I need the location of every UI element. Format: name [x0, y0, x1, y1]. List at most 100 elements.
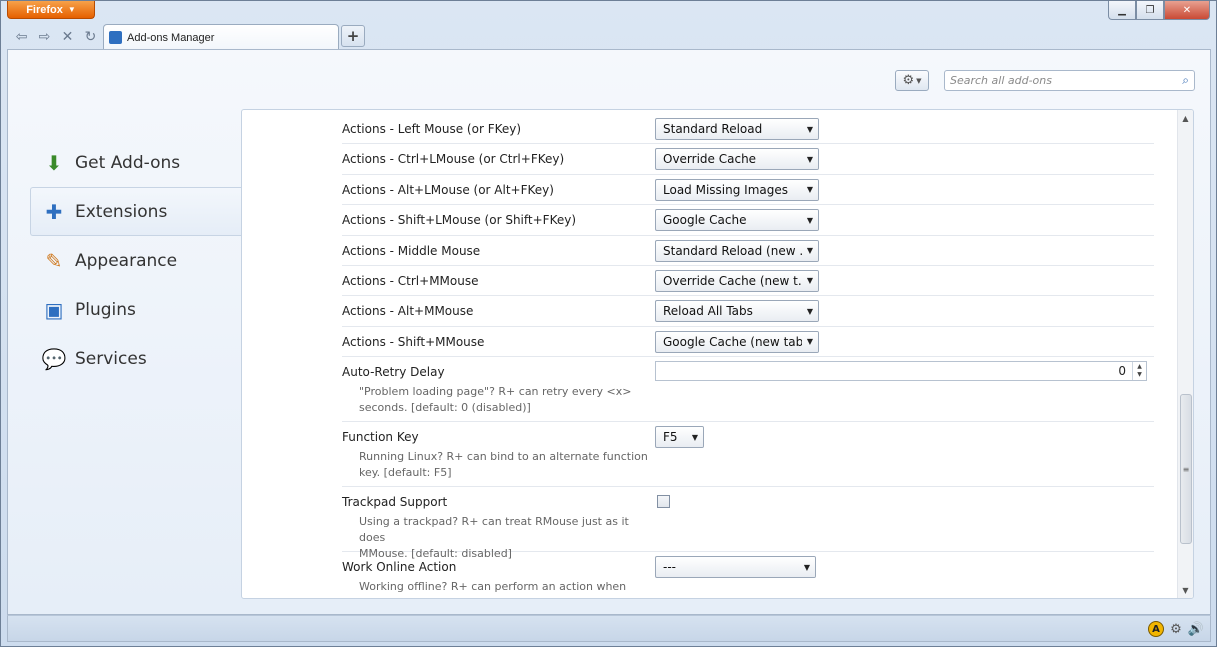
dropdown-arrow-icon: ▼: [802, 240, 818, 261]
setting-row: Actions - Ctrl+MMouse Override Cache (ne…: [342, 266, 1154, 297]
description-line: key. [default: F5]: [359, 466, 452, 480]
plus-icon: +: [346, 27, 360, 45]
category-get-addons[interactable]: ⬇ Get Add-ons: [30, 138, 242, 187]
category-label: Services: [75, 348, 147, 369]
setting-label: Actions - Ctrl+MMouse: [342, 273, 479, 288]
addons-manager-content: ⚙ ▼ ⌕ ⬇ Get Add-ons ✚ Extensions ✎ Appea…: [7, 49, 1211, 615]
action-select[interactable]: Override Cache (new t... ▼: [655, 269, 819, 292]
gear-icon: ⚙: [902, 73, 915, 88]
action-select[interactable]: Reload All Tabs ▼: [655, 300, 819, 323]
category-services[interactable]: 💬 Services: [30, 334, 242, 383]
work-online-select[interactable]: --- ▼: [655, 556, 816, 579]
dropdown-arrow-icon: ▼: [802, 301, 818, 322]
setting-row-work-online: Work Online Action --- ▼ Working offline…: [342, 552, 1154, 598]
select-value: ---: [663, 560, 676, 575]
action-select[interactable]: Override Cache ▼: [655, 148, 819, 171]
plugin-icon: ▣: [44, 297, 64, 322]
setting-label: Actions - Ctrl+LMouse (or Ctrl+FKey): [342, 152, 565, 167]
spinner-buttons[interactable]: ▲ ▼: [1132, 362, 1146, 381]
select-value: Standard Reload (new ...: [663, 243, 811, 258]
description-line: seconds. [default: 0 (disabled)]: [359, 401, 531, 415]
category-plugins[interactable]: ▣ Plugins: [30, 285, 242, 334]
tab-addons-manager[interactable]: Add-ons Manager: [103, 24, 339, 50]
category-appearance[interactable]: ✎ Appearance: [30, 236, 242, 285]
search-box: ⌕: [944, 70, 1195, 91]
setting-row: Actions - Shift+MMouse Google Cache (new…: [342, 327, 1154, 358]
select-value: Google Cache: [663, 213, 747, 228]
stop-button[interactable]: ✕: [59, 28, 76, 45]
select-value: Reload All Tabs: [663, 304, 753, 319]
search-icon[interactable]: ⌕: [1182, 73, 1189, 88]
action-select[interactable]: Load Missing Images ▼: [655, 178, 819, 201]
new-tab-button[interactable]: +: [341, 25, 365, 47]
action-select[interactable]: Standard Reload (new ... ▼: [655, 239, 819, 262]
firefox-menu-label: Firefox: [26, 3, 63, 16]
setting-label: Work Online Action: [342, 560, 457, 575]
setting-label: Auto-Retry Delay: [342, 365, 445, 380]
stop-icon: ✕: [61, 28, 74, 45]
trackpad-checkbox[interactable]: [657, 495, 670, 509]
puzzle-icon: [109, 31, 122, 44]
scroll-down-arrow-icon[interactable]: ▼: [1178, 582, 1193, 598]
action-select[interactable]: Standard Reload ▼: [655, 118, 819, 140]
forward-button[interactable]: ⇨: [36, 28, 53, 45]
setting-row: Actions - Shift+LMouse (or Shift+FKey) G…: [342, 205, 1154, 236]
setting-label: Actions - Left Mouse (or FKey): [342, 122, 522, 136]
setting-label: Actions - Middle Mouse: [342, 243, 481, 258]
scrollbar-thumb[interactable]: ≡: [1180, 394, 1192, 544]
close-window-button[interactable]: ✕: [1164, 1, 1210, 20]
addon-bar-icon[interactable]: A: [1148, 621, 1164, 637]
function-key-select[interactable]: F5 ▼: [655, 426, 704, 449]
category-label: Extensions: [75, 201, 168, 222]
dropdown-arrow-icon: ▼: [802, 119, 818, 139]
description-line: Working offline? R+ can perform an actio…: [359, 580, 627, 598]
navigation-buttons: ⇦ ⇨ ✕ ↻: [13, 28, 99, 45]
setting-label: Actions - Shift+MMouse: [342, 334, 485, 349]
spin-up-icon[interactable]: ▲: [1137, 363, 1142, 371]
dropdown-arrow-icon: ▼: [799, 557, 815, 578]
scroll-up-arrow-icon[interactable]: ▲: [1178, 110, 1193, 126]
speaker-icon[interactable]: 🔊: [1188, 621, 1204, 637]
back-button[interactable]: ⇦: [13, 28, 30, 45]
setting-label: Actions - Alt+LMouse (or Alt+FKey): [342, 182, 554, 197]
tools-menu-button[interactable]: ⚙ ▼: [895, 70, 929, 91]
setting-row: Actions - Alt+MMouse Reload All Tabs ▼: [342, 296, 1154, 327]
options-list: Actions - Left Mouse (or FKey) Standard …: [342, 114, 1154, 598]
close-icon: ✕: [1182, 4, 1192, 16]
select-value: Google Cache (new tab): [663, 334, 808, 349]
dropdown-arrow-icon: ▼: [802, 210, 818, 231]
reload-button[interactable]: ↻: [82, 28, 99, 45]
maximize-button[interactable]: ❐: [1136, 1, 1164, 20]
category-extensions[interactable]: ✚ Extensions: [30, 187, 242, 236]
description-line: "Problem loading page"? R+ can retry eve…: [359, 385, 632, 399]
minimize-button[interactable]: ▁: [1108, 1, 1136, 20]
dropdown-arrow-icon: ▼: [687, 427, 703, 448]
action-select[interactable]: Google Cache ▼: [655, 209, 819, 232]
dropdown-arrow-icon: ▼: [802, 331, 818, 352]
gear-icon[interactable]: ⚙: [1168, 621, 1184, 637]
dropdown-arrow-icon: ▼: [802, 149, 818, 170]
setting-row: Actions - Left Mouse (or FKey) Standard …: [342, 114, 1154, 145]
firefox-menu-button[interactable]: Firefox ▼: [7, 1, 95, 19]
back-arrow-icon: ⇦: [15, 28, 28, 45]
browser-window: Firefox ▼ ▁ ❐ ✕ ⇦ ⇨ ✕ ↻ Add-ons Manager …: [0, 0, 1217, 647]
setting-description: Running Linux? R+ can bind to an alterna…: [359, 449, 649, 481]
search-input[interactable]: [950, 74, 1183, 87]
spin-down-icon[interactable]: ▼: [1137, 371, 1142, 379]
setting-row-function-key: Function Key F5 ▼ Running Linux? R+ can …: [342, 422, 1154, 488]
select-value: Standard Reload: [663, 122, 763, 136]
window-controls: ▁ ❐ ✕: [1108, 1, 1210, 20]
minimize-icon: ▁: [1118, 4, 1126, 16]
reload-icon: ↻: [84, 28, 97, 45]
auto-retry-input[interactable]: 0 ▲ ▼: [655, 361, 1147, 382]
setting-row: Actions - Ctrl+LMouse (or Ctrl+FKey) Ove…: [342, 144, 1154, 175]
description-line: Running Linux? R+ can bind to an alterna…: [359, 450, 648, 464]
vertical-scrollbar[interactable]: ▲ ≡ ▼: [1177, 110, 1193, 598]
chevron-down-icon: ▼: [916, 76, 922, 85]
setting-description: "Problem loading page"? R+ can retry eve…: [359, 384, 649, 416]
extension-options-pane: Actions - Left Mouse (or FKey) Standard …: [241, 109, 1194, 599]
restore-icon: ❐: [1145, 4, 1155, 16]
action-select[interactable]: Google Cache (new tab) ▼: [655, 330, 819, 353]
setting-row: Actions - Middle Mouse Standard Reload (…: [342, 236, 1154, 266]
category-label: Appearance: [75, 250, 178, 271]
